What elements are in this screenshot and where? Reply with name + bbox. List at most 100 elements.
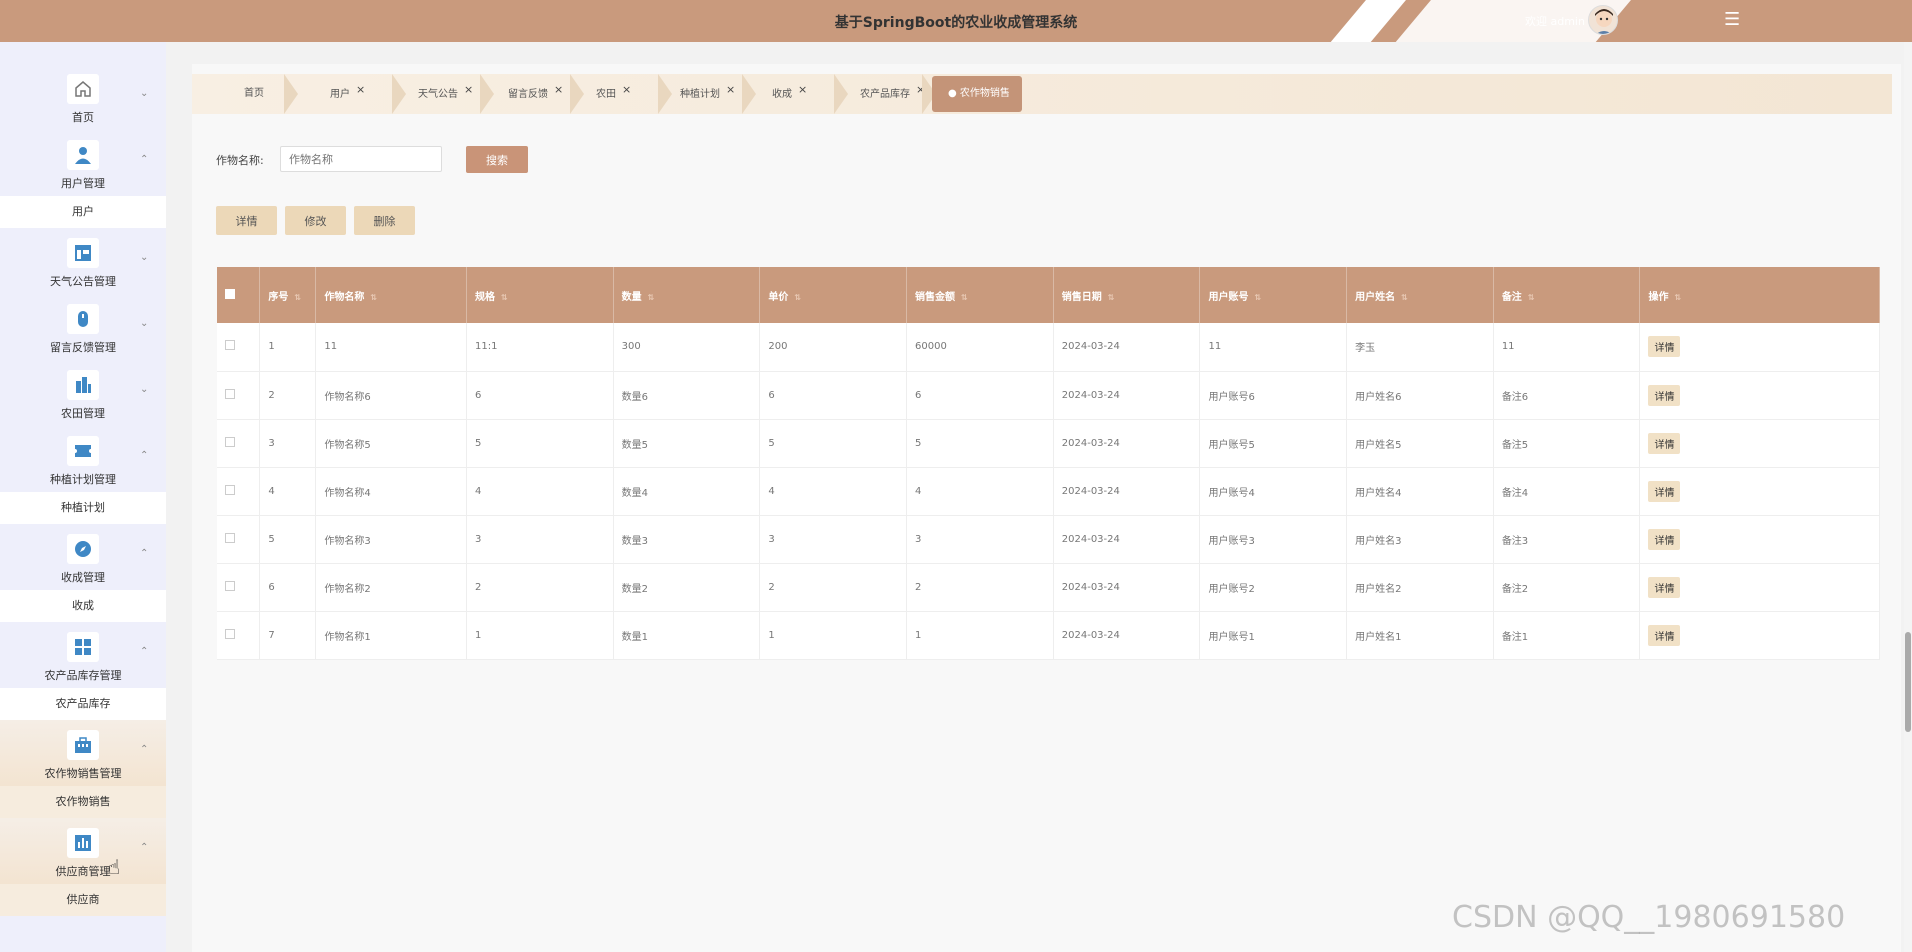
row-checkbox[interactable] xyxy=(225,340,235,351)
column-header[interactable]: 销售日期 ⇅ xyxy=(1053,267,1201,323)
sidebar-group-3[interactable]: 留言反馈管理 ⌄ xyxy=(0,294,166,360)
sidebar-group-4[interactable]: 农田管理 ⌄ xyxy=(0,360,166,426)
breadcrumb-tab-6[interactable]: 收成 × xyxy=(772,74,807,114)
row-checkbox[interactable] xyxy=(225,628,235,639)
row-detail-button[interactable]: 详情 xyxy=(1648,480,1681,502)
row-checkbox-cell xyxy=(217,515,261,564)
row-detail-button[interactable]: 详情 xyxy=(1648,528,1681,550)
column-header[interactable]: 操作 ⇅ xyxy=(1639,267,1880,323)
row-checkbox[interactable] xyxy=(225,580,235,591)
table-cell: 1 xyxy=(759,611,908,660)
sidebar-subitem-8[interactable]: 农作物销售 xyxy=(0,786,166,818)
column-header-label: 销售日期 xyxy=(1061,291,1102,303)
breadcrumb-tab-3[interactable]: 留言反馈 × xyxy=(508,74,563,114)
table-cell: 备注5 xyxy=(1493,419,1641,468)
sort-icon[interactable]: ⇅ xyxy=(501,293,508,302)
row-detail-button[interactable]: 详情 xyxy=(1648,624,1681,646)
page-scrollbar[interactable] xyxy=(1904,42,1912,952)
close-icon[interactable]: × xyxy=(356,83,365,96)
sidebar-subitem-6[interactable]: 收成 xyxy=(0,590,166,622)
table-cell: 用户姓名5 xyxy=(1346,419,1494,468)
row-detail-button[interactable]: 详情 xyxy=(1648,432,1681,454)
sidebar-group-2[interactable]: 天气公告管理 ⌄ xyxy=(0,228,166,294)
row-checkbox[interactable] xyxy=(225,388,235,399)
breadcrumb-tab-2[interactable]: 天气公告 × xyxy=(418,74,473,114)
menu-lines-icon[interactable]: ☰ xyxy=(1724,9,1740,30)
sidebar-subitem-9[interactable]: 供应商 xyxy=(0,884,166,916)
row-checkbox[interactable] xyxy=(225,532,235,543)
table-cell: 数量3 xyxy=(613,515,761,564)
breadcrumb-tab-1[interactable]: 用户 × xyxy=(330,74,365,114)
column-header[interactable]: 数量 ⇅ xyxy=(613,267,761,323)
select-all-checkbox[interactable] xyxy=(225,288,235,299)
column-header[interactable]: 作物名称 ⇅ xyxy=(315,267,467,323)
sidebar-subitem-7[interactable]: 农产品库存 xyxy=(0,688,166,720)
column-header[interactable]: 序号 ⇅ xyxy=(259,267,317,323)
table-cell: 作物名称4 xyxy=(315,467,467,516)
sidebar-subitem-1[interactable]: 用户 xyxy=(0,196,166,228)
sidebar-group-8[interactable]: 农作物销售管理 ⌃ xyxy=(0,720,166,786)
table-row: 7 作物名称1 1 数量1 1 1 2024-03-24 用户账号1 用户姓名1 备注1 详情 xyxy=(217,611,1880,660)
row-checkbox[interactable] xyxy=(225,484,235,495)
column-header[interactable]: 用户姓名 ⇅ xyxy=(1346,267,1494,323)
table-row: 1 11 11:1 300 200 60000 2024-03-24 11 李玉 11 详情 xyxy=(217,323,1880,372)
sort-icon[interactable]: ⇅ xyxy=(370,293,377,302)
table-cell: 2 xyxy=(759,563,908,612)
sidebar-group-0[interactable]: 首页 ⌄ xyxy=(0,64,166,130)
search-button[interactable]: 搜索 xyxy=(466,146,528,173)
sort-icon[interactable]: ⇅ xyxy=(794,293,801,302)
row-detail-button[interactable]: 详情 xyxy=(1648,336,1681,358)
row-detail-button[interactable]: 详情 xyxy=(1648,576,1681,598)
breadcrumb-tab-4[interactable]: 农田 × xyxy=(596,74,631,114)
sort-icon[interactable]: ⇅ xyxy=(1108,293,1115,302)
close-icon[interactable]: × xyxy=(554,83,563,96)
breadcrumb-tab-7[interactable]: 农产品库存 × xyxy=(860,74,925,114)
column-header[interactable]: 规格 ⇅ xyxy=(466,267,614,323)
table-cell: 11 xyxy=(1199,323,1348,372)
breadcrumb-tab-label: 留言反馈 xyxy=(508,89,548,100)
column-header[interactable]: 销售金额 ⇅ xyxy=(906,267,1054,323)
close-icon[interactable]: × xyxy=(726,83,735,96)
sidebar-group-5[interactable]: 种植计划管理 ⌃ xyxy=(0,426,166,492)
table-cell: 3 xyxy=(259,419,317,468)
sidebar-group-1[interactable]: 用户管理 ⌃ xyxy=(0,130,166,196)
table-cell: 5 xyxy=(759,419,908,468)
sort-icon[interactable]: ⇅ xyxy=(1528,293,1535,302)
row-detail-button[interactable]: 详情 xyxy=(1648,384,1681,406)
sidebar-group-9[interactable]: 供应商管理 ⌃ xyxy=(0,818,166,884)
sort-icon[interactable]: ⇅ xyxy=(1674,293,1681,302)
column-header[interactable]: 单价 ⇅ xyxy=(759,267,908,323)
table-cell: 用户账号1 xyxy=(1199,611,1348,660)
edit-button[interactable]: 修改 xyxy=(285,206,346,235)
breadcrumb-tab-0[interactable]: 首页 xyxy=(244,74,264,114)
column-header[interactable]: 备注 ⇅ xyxy=(1493,267,1641,323)
sidebar-subitem-5[interactable]: 种植计划 xyxy=(0,492,166,524)
breadcrumb-separator xyxy=(742,74,756,114)
breadcrumb-tab-label: 收成 xyxy=(772,89,792,100)
close-icon[interactable]: × xyxy=(798,83,807,96)
breadcrumb-tab-5[interactable]: 种植计划 × xyxy=(680,74,735,114)
close-icon[interactable]: × xyxy=(464,83,473,96)
scrollbar-thumb[interactable] xyxy=(1905,632,1911,732)
sort-icon[interactable]: ⇅ xyxy=(1401,293,1408,302)
breadcrumb-tab-active[interactable]: ● 农作物销售 xyxy=(932,76,1022,112)
table-cell: 11 xyxy=(1493,323,1641,372)
sidebar-group-7[interactable]: 农产品库存管理 ⌃ xyxy=(0,622,166,688)
sort-icon[interactable]: ⇅ xyxy=(1254,293,1261,302)
table-cell: 6 xyxy=(759,371,908,420)
sidebar-group-6[interactable]: 收成管理 ⌃ xyxy=(0,524,166,590)
row-checkbox[interactable] xyxy=(225,436,235,447)
column-header-label: 销售金额 xyxy=(915,291,956,303)
table-cell: 3 xyxy=(906,515,1054,564)
sort-icon[interactable]: ⇅ xyxy=(648,293,655,302)
column-header[interactable]: 用户账号 ⇅ xyxy=(1199,267,1348,323)
avatar[interactable] xyxy=(1588,5,1618,35)
sort-icon[interactable]: ⇅ xyxy=(961,293,968,302)
detail-button[interactable]: 详情 xyxy=(216,206,277,235)
close-icon[interactable]: × xyxy=(622,83,631,96)
sort-icon[interactable]: ⇅ xyxy=(294,293,301,302)
table-cell: 用户姓名3 xyxy=(1346,515,1494,564)
breadcrumb-separator xyxy=(480,74,494,114)
delete-button[interactable]: 删除 xyxy=(354,206,415,235)
search-input[interactable] xyxy=(280,146,442,172)
